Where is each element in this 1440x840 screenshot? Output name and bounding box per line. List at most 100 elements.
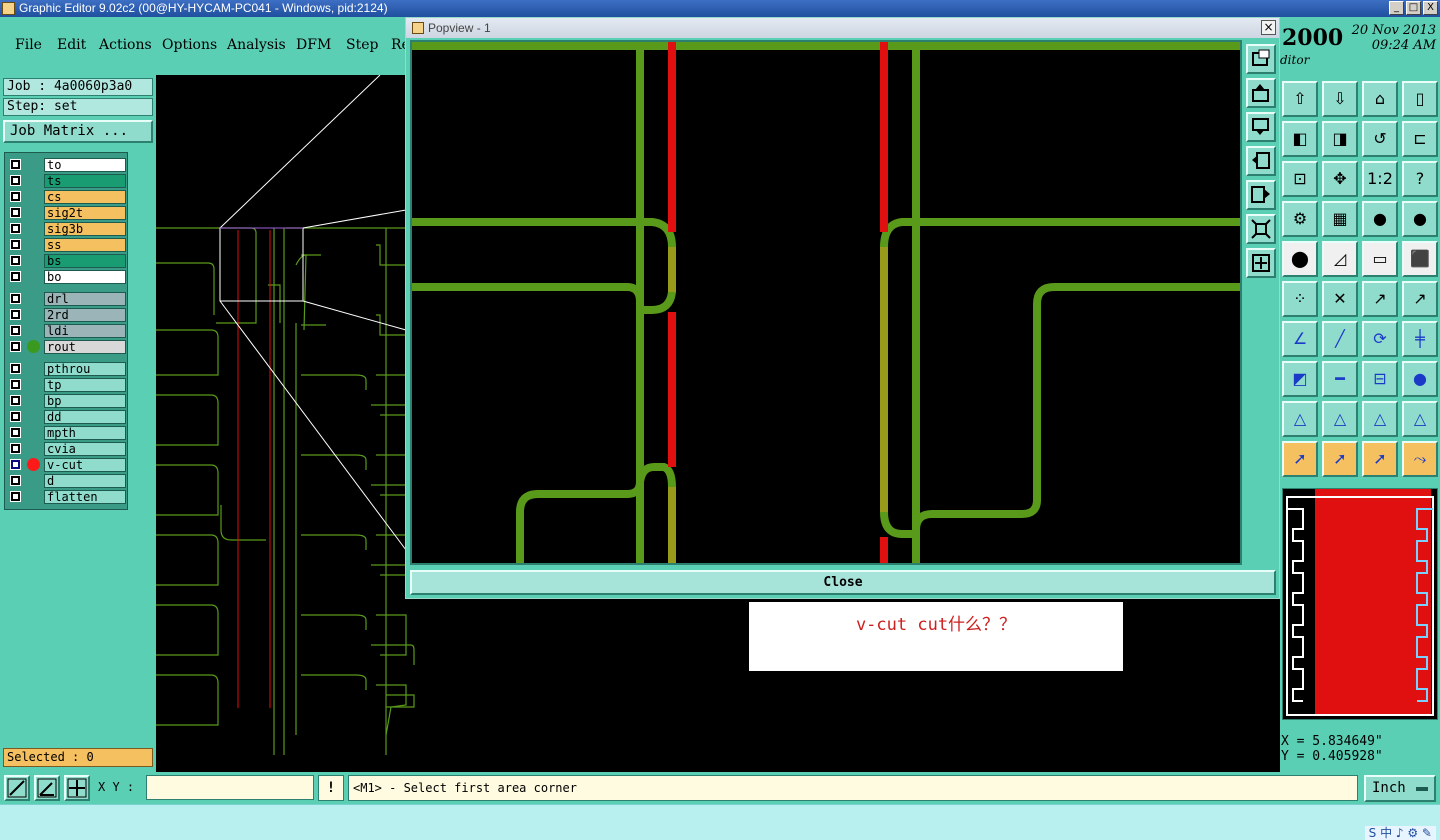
tool-fit-icon[interactable]: ⊡ xyxy=(1282,161,1318,197)
popview-zoom-window-icon[interactable] xyxy=(1246,44,1276,74)
layer-name[interactable]: ss xyxy=(44,238,126,252)
layer-name[interactable]: mpth xyxy=(44,426,126,440)
layer-row-rout[interactable]: rout xyxy=(7,339,127,354)
tool-cross-icon[interactable]: ✕ xyxy=(1322,281,1358,317)
layer-row-sig3b[interactable]: sig3b xyxy=(7,221,127,236)
layer-name[interactable]: d xyxy=(44,474,126,488)
close-button[interactable]: X xyxy=(1423,1,1438,15)
tool-line2-icon[interactable]: ↗ xyxy=(1402,281,1438,317)
layer-name[interactable]: ldi xyxy=(44,324,126,338)
layer-row-bo[interactable]: bo xyxy=(7,269,127,284)
layer-checkbox[interactable] xyxy=(10,207,21,218)
popview-close-icon[interactable]: × xyxy=(1261,20,1276,35)
tool-help-icon[interactable]: ? xyxy=(1402,161,1438,197)
layer-name[interactable]: ts xyxy=(44,174,126,188)
tool-split-icon[interactable]: ╪ xyxy=(1402,321,1438,357)
layer-checkbox[interactable] xyxy=(10,271,21,282)
measure-angle-icon[interactable] xyxy=(34,775,60,801)
layer-name[interactable]: tp xyxy=(44,378,126,392)
layer-checkbox[interactable] xyxy=(10,459,21,470)
popview-pan-down-icon[interactable] xyxy=(1246,112,1276,142)
layer-row-drl[interactable]: drl xyxy=(7,291,127,306)
layer-checkbox[interactable] xyxy=(10,341,21,352)
layer-name[interactable]: sig3b xyxy=(44,222,126,236)
layer-name[interactable]: bo xyxy=(44,270,126,284)
layer-row-dd[interactable]: dd xyxy=(7,409,127,424)
layer-row-bp[interactable]: bp xyxy=(7,393,127,408)
tool-arc2-icon[interactable]: △ xyxy=(1322,401,1358,437)
tool-pointer-icon[interactable]: ⬤ xyxy=(1282,241,1318,277)
tool-clip-icon[interactable]: ● xyxy=(1402,361,1438,397)
layer-name[interactable]: bp xyxy=(44,394,126,408)
menu-analysis[interactable]: Analysis xyxy=(227,37,286,53)
layer-name[interactable]: sig2t xyxy=(44,206,126,220)
maximize-button[interactable]: □ xyxy=(1406,1,1421,15)
layer-row-d[interactable]: d xyxy=(7,473,127,488)
layer-row-ldi[interactable]: ldi xyxy=(7,323,127,338)
layer-checkbox[interactable] xyxy=(10,175,21,186)
tool-dot-icon[interactable]: ⬛ xyxy=(1402,241,1438,277)
tool-select-arrow-icon[interactable]: ➚ xyxy=(1362,441,1398,477)
layer-name[interactable]: drl xyxy=(44,292,126,306)
popview-pan-left-icon[interactable] xyxy=(1246,146,1276,176)
layer-checkbox[interactable] xyxy=(10,379,21,390)
tool-home-icon[interactable]: ⌂ xyxy=(1362,81,1398,117)
popview-canvas[interactable] xyxy=(408,38,1244,567)
tool-select-icon[interactable]: ➚ xyxy=(1282,441,1318,477)
popview-zoom-out-icon[interactable] xyxy=(1246,248,1276,278)
tool-angle-icon[interactable]: ∠ xyxy=(1282,321,1318,357)
xy-input[interactable] xyxy=(146,775,314,800)
layer-name[interactable]: 2rd xyxy=(44,308,126,322)
tool-open-icon[interactable]: ⇧ xyxy=(1282,81,1318,117)
tool-settings-icon[interactable]: ⚙ xyxy=(1282,201,1318,237)
tool-select-box-icon[interactable]: ➚ xyxy=(1322,441,1358,477)
layer-row-cvia[interactable]: cvia xyxy=(7,441,127,456)
tool-arc3-icon[interactable]: △ xyxy=(1362,401,1398,437)
popview-pan-right-icon[interactable] xyxy=(1246,180,1276,210)
layer-name[interactable]: to xyxy=(44,158,126,172)
tool-ruler-icon[interactable]: ▭ xyxy=(1362,241,1398,277)
menu-file[interactable]: File xyxy=(15,37,42,53)
layer-checkbox[interactable] xyxy=(10,239,21,250)
tool-line-icon[interactable]: ↗ xyxy=(1362,281,1398,317)
layer-row-2rd[interactable]: 2rd xyxy=(7,307,127,322)
menu-dfm[interactable]: DFM xyxy=(296,37,331,53)
minimize-button[interactable]: _ xyxy=(1389,1,1404,15)
layer-checkbox[interactable] xyxy=(10,325,21,336)
tool-arc4-icon[interactable]: △ xyxy=(1402,401,1438,437)
layer-name[interactable]: pthrou xyxy=(44,362,126,376)
tool-save-icon[interactable]: ⇩ xyxy=(1322,81,1358,117)
layer-checkbox[interactable] xyxy=(10,255,21,266)
menu-options[interactable]: Options xyxy=(162,37,217,53)
layer-name[interactable]: cs xyxy=(44,190,126,204)
tool-rotate-icon[interactable]: ⟳ xyxy=(1362,321,1398,357)
zoom-diagonal-icon[interactable] xyxy=(4,775,30,801)
layer-checkbox[interactable] xyxy=(10,427,21,438)
layer-name[interactable]: bs xyxy=(44,254,126,268)
grid-snap-icon[interactable] xyxy=(64,775,90,801)
tool-step-icon[interactable]: ⊏ xyxy=(1402,121,1438,157)
tool-undo-icon[interactable]: ↺ xyxy=(1362,121,1398,157)
tool-measure-icon[interactable]: ━ xyxy=(1322,361,1358,397)
tool-dim-icon[interactable]: ⊟ xyxy=(1362,361,1398,397)
layer-checkbox[interactable] xyxy=(10,395,21,406)
tool-grid-icon[interactable]: ▦ xyxy=(1322,201,1358,237)
layer-checkbox[interactable] xyxy=(10,363,21,374)
layer-row-sig2t[interactable]: sig2t xyxy=(7,205,127,220)
tool-drill-icon[interactable]: ● xyxy=(1362,201,1398,237)
layer-row-v-cut[interactable]: v-cut xyxy=(7,457,127,472)
layer-row-bs[interactable]: bs xyxy=(7,253,127,268)
layer-checkbox[interactable] xyxy=(10,191,21,202)
layer-row-tp[interactable]: tp xyxy=(7,377,127,392)
tool-snap-icon[interactable]: ◩ xyxy=(1282,361,1318,397)
layer-row-pthrou[interactable]: pthrou xyxy=(7,361,127,376)
mini-map[interactable] xyxy=(1282,488,1438,720)
layer-checkbox[interactable] xyxy=(10,293,21,304)
layer-checkbox[interactable] xyxy=(10,411,21,422)
layer-checkbox[interactable] xyxy=(10,491,21,502)
tool-drill-check-icon[interactable]: ● xyxy=(1402,201,1438,237)
layer-row-flatten[interactable]: flatten xyxy=(7,489,127,504)
popview-zoom-in-icon[interactable] xyxy=(1246,214,1276,244)
popview-pan-up-icon[interactable] xyxy=(1246,78,1276,108)
tool-right-icon[interactable]: ◨ xyxy=(1322,121,1358,157)
